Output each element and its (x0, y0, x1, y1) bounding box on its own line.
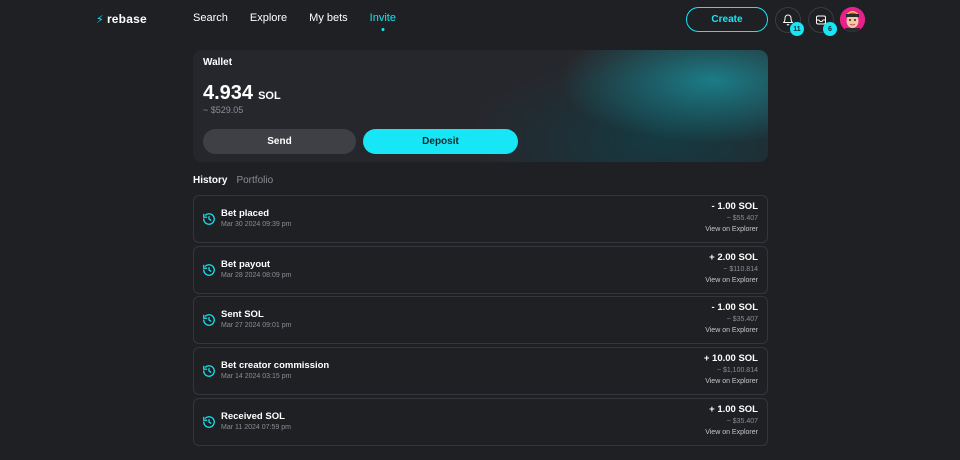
item-date: Mar 14 2024 03:15 pm (221, 373, 292, 381)
clock-arrow-icon (203, 263, 215, 276)
history-tabs: History Portfolio (193, 175, 273, 186)
view-on-explorer-link[interactable]: View on Explorer (705, 327, 758, 334)
list-item[interactable]: Bet payout Mar 28 2024 08:09 pm + 2.00 S… (193, 245, 768, 294)
clock-arrow-icon (203, 365, 215, 377)
item-amount: - 1.00 SOL (711, 302, 758, 314)
history-list: Bet placed Mar 30 2024 09:39 pm - 1.00 S… (193, 195, 768, 448)
item-usd: ~ $35.407 (726, 316, 758, 324)
list-item[interactable]: Received SOL Mar 11 2024 07:59 pm + 1.00… (193, 397, 768, 446)
clock-arrow-icon (203, 314, 215, 327)
item-amount: + 1.00 SOL (709, 403, 758, 415)
item-title: Sent SOL (221, 309, 264, 321)
balance-unit: SOL (258, 90, 281, 102)
item-date: Mar 27 2024 09:01 pm (221, 322, 292, 330)
item-usd: ~ $55.407 (726, 215, 758, 222)
list-item[interactable]: Bet placed Mar 30 2024 09:39 pm - 1.00 S… (193, 195, 768, 243)
create-button[interactable]: Create (686, 7, 768, 32)
item-amount: + 10.00 SOL (703, 353, 758, 365)
tab-portfolio[interactable]: Portfolio (236, 175, 273, 186)
wallet-balance: 4.934 SOL (203, 82, 281, 105)
item-title: Received SOL (221, 410, 285, 422)
avatar-illustration (840, 7, 865, 32)
item-date: Mar 11 2024 07:59 pm (221, 423, 291, 431)
clock-arrow-icon (203, 213, 215, 225)
messages-button[interactable]: 6 (808, 7, 837, 36)
item-usd: ~ $35.407 (726, 417, 758, 425)
item-usd: ~ $1,100.814 (716, 367, 758, 375)
nav-link-explore[interactable]: Explore (250, 12, 287, 24)
view-on-explorer-link[interactable]: View on Explorer (705, 429, 758, 436)
item-title: Bet placed (221, 208, 270, 219)
item-amount: - 1.00 SOL (711, 201, 758, 212)
avatar[interactable] (840, 7, 865, 32)
view-on-explorer-link[interactable]: View on Explorer (705, 277, 758, 284)
item-date: Mar 30 2024 09:39 pm (221, 221, 292, 228)
clock-arrow-icon (203, 415, 215, 428)
item-date: Mar 28 2024 08:09 pm (221, 271, 292, 279)
nav-link-search[interactable]: Search (193, 12, 228, 24)
deposit-button[interactable]: Deposit (363, 129, 518, 154)
nav-links: Search Explore My bets Invite (193, 12, 396, 24)
nav-link-invite[interactable]: Invite (370, 12, 396, 24)
balance-usd: ~ $529.05 (203, 105, 244, 115)
notifications-button[interactable]: 11 (775, 7, 804, 36)
brand-logo[interactable]: ⚡ rebase (96, 12, 147, 26)
list-item[interactable]: Bet creator commission Mar 14 2024 03:15… (193, 347, 768, 396)
bolt-icon: ⚡ (96, 13, 104, 26)
view-on-explorer-link[interactable]: View on Explorer (705, 378, 758, 385)
wallet-card: Wallet 4.934 SOL ~ $529.05 Send Deposit (193, 50, 768, 162)
balance-amount: 4.934 (203, 82, 254, 104)
item-amount: + 2.00 SOL (709, 251, 758, 263)
top-nav: ⚡ rebase Search Explore My bets Invite C… (0, 0, 960, 38)
messages-badge: 6 (823, 22, 837, 36)
item-usd: ~ $110.814 (723, 265, 758, 273)
brand-name: rebase (106, 12, 147, 26)
list-item[interactable]: Sent SOL Mar 27 2024 09:01 pm - 1.00 SOL… (193, 296, 768, 345)
view-on-explorer-link[interactable]: View on Explorer (705, 226, 758, 233)
notifications-badge: 11 (790, 22, 804, 36)
tab-history[interactable]: History (193, 175, 227, 186)
send-button[interactable]: Send (203, 129, 356, 154)
item-title: Bet payout (221, 258, 271, 270)
wallet-title: Wallet (203, 57, 233, 68)
nav-link-my-bets[interactable]: My bets (309, 12, 348, 24)
item-title: Bet creator commission (221, 360, 330, 372)
